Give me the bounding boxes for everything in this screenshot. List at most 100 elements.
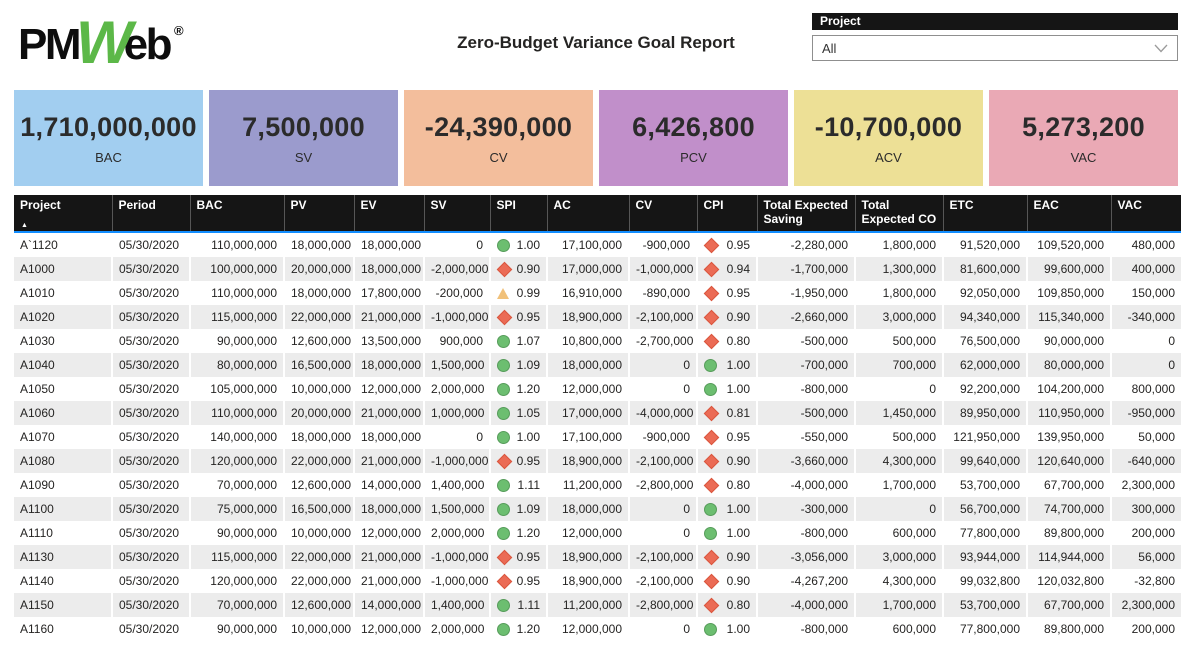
cell-spi: 0.90 [490, 257, 547, 281]
cell-sv: -1,000,000 [424, 569, 490, 593]
cell-total-expected-co: 500,000 [855, 425, 943, 449]
table-row[interactable]: A102005/30/2020115,000,00022,000,00021,0… [14, 305, 1181, 329]
cell-project: A1090 [14, 473, 112, 497]
cell-etc: 94,340,000 [943, 305, 1027, 329]
col-header-ev[interactable]: EV [354, 195, 424, 232]
table-row[interactable]: A113005/30/2020115,000,00022,000,00021,0… [14, 545, 1181, 569]
col-header-spi[interactable]: SPI [490, 195, 547, 232]
cell-eac: 109,520,000 [1027, 232, 1111, 257]
cell-eac: 115,340,000 [1027, 305, 1111, 329]
cpi-value: 0.94 [719, 262, 750, 276]
cell-eac: 67,700,000 [1027, 593, 1111, 617]
table-row[interactable]: A116005/30/202090,000,00010,000,00012,00… [14, 617, 1181, 641]
col-header-period[interactable]: Period [112, 195, 190, 232]
cell-etc: 92,200,000 [943, 377, 1027, 401]
table-row[interactable]: A107005/30/2020140,000,00018,000,00018,0… [14, 425, 1181, 449]
cell-sv: 1,000,000 [424, 401, 490, 425]
cell-sv: -1,000,000 [424, 545, 490, 569]
cell-total-expected-co: 0 [855, 377, 943, 401]
table-row[interactable]: A114005/30/2020120,000,00022,000,00021,0… [14, 569, 1181, 593]
cell-total-expected-co: 3,000,000 [855, 305, 943, 329]
cell-bac: 120,000,000 [190, 569, 284, 593]
cell-pv: 22,000,000 [284, 305, 354, 329]
col-header-sv[interactable]: SV [424, 195, 490, 232]
cell-total-expected-co: 1,300,000 [855, 257, 943, 281]
chevron-down-icon[interactable] [1154, 44, 1168, 53]
cell-cv: -1,000,000 [629, 257, 697, 281]
col-header-cpi[interactable]: CPI [697, 195, 757, 232]
cell-ac: 18,900,000 [547, 545, 629, 569]
cpi-value: 0.95 [719, 430, 750, 444]
table-row[interactable]: A106005/30/2020110,000,00020,000,00021,0… [14, 401, 1181, 425]
cell-cv: -2,800,000 [629, 473, 697, 497]
col-header-eac[interactable]: EAC [1027, 195, 1111, 232]
cell-project: A1160 [14, 617, 112, 641]
cell-cv: 0 [629, 497, 697, 521]
cell-period: 05/30/2020 [112, 473, 190, 497]
cell-cpi: 0.95 [697, 232, 757, 257]
col-header-cv[interactable]: CV [629, 195, 697, 232]
cell-ac: 10,800,000 [547, 329, 629, 353]
spi-value: 1.05 [510, 406, 540, 420]
cell-vac: 150,000 [1111, 281, 1181, 305]
col-header-project[interactable]: Project ▲ [14, 195, 112, 232]
table-row[interactable]: A105005/30/2020105,000,00010,000,00012,0… [14, 377, 1181, 401]
spi-value: 1.09 [510, 502, 540, 516]
cell-cv: 0 [629, 617, 697, 641]
cell-ac: 11,200,000 [547, 593, 629, 617]
cell-bac: 140,000,000 [190, 425, 284, 449]
cell-period: 05/30/2020 [112, 353, 190, 377]
cell-ev: 12,000,000 [354, 617, 424, 641]
table-row[interactable]: A111005/30/202090,000,00010,000,00012,00… [14, 521, 1181, 545]
cell-pv: 16,500,000 [284, 497, 354, 521]
table-row[interactable]: A101005/30/2020110,000,00018,000,00017,8… [14, 281, 1181, 305]
table-row[interactable]: A109005/30/202070,000,00012,600,00014,00… [14, 473, 1181, 497]
cell-period: 05/30/2020 [112, 425, 190, 449]
cell-bac: 120,000,000 [190, 449, 284, 473]
cell-period: 05/30/2020 [112, 497, 190, 521]
kpi-card-vac: 5,273,200 VAC [989, 90, 1178, 186]
cell-etc: 93,944,000 [943, 545, 1027, 569]
table-row[interactable]: A104005/30/202080,000,00016,500,00018,00… [14, 353, 1181, 377]
cell-eac: 120,640,000 [1027, 449, 1111, 473]
cell-cpi: 0.95 [697, 425, 757, 449]
cell-eac: 104,200,000 [1027, 377, 1111, 401]
cell-etc: 77,800,000 [943, 521, 1027, 545]
col-header-pv[interactable]: PV [284, 195, 354, 232]
table-row[interactable]: A100005/30/2020100,000,00020,000,00018,0… [14, 257, 1181, 281]
cell-ac: 18,900,000 [547, 569, 629, 593]
kpi-label: BAC [95, 150, 122, 165]
col-header-bac[interactable]: BAC [190, 195, 284, 232]
cell-bac: 90,000,000 [190, 521, 284, 545]
project-dropdown[interactable]: All [812, 35, 1178, 61]
cell-eac: 89,800,000 [1027, 521, 1111, 545]
kpi-card-bac: 1,710,000,000 BAC [14, 90, 203, 186]
cell-ev: 17,800,000 [354, 281, 424, 305]
red-diamond-icon [704, 429, 720, 445]
col-header-total-expected-co[interactable]: Total Expected CO [855, 195, 943, 232]
col-header-total-expected-saving[interactable]: Total Expected Saving [757, 195, 855, 232]
green-circle-icon [497, 479, 510, 492]
table-row[interactable]: A`112005/30/2020110,000,00018,000,00018,… [14, 232, 1181, 257]
cell-pv: 20,000,000 [284, 257, 354, 281]
col-header-vac[interactable]: VAC [1111, 195, 1181, 232]
table-row[interactable]: A108005/30/2020120,000,00022,000,00021,0… [14, 449, 1181, 473]
cell-sv: 900,000 [424, 329, 490, 353]
cell-sv: 1,400,000 [424, 473, 490, 497]
cell-pv: 18,000,000 [284, 232, 354, 257]
col-header-etc[interactable]: ETC [943, 195, 1027, 232]
cell-vac: 300,000 [1111, 497, 1181, 521]
table-row[interactable]: A103005/30/202090,000,00012,600,00013,50… [14, 329, 1181, 353]
cell-cpi: 0.90 [697, 569, 757, 593]
cell-vac: 50,000 [1111, 425, 1181, 449]
cell-cpi: 0.94 [697, 257, 757, 281]
table-row[interactable]: A115005/30/202070,000,00012,600,00014,00… [14, 593, 1181, 617]
red-diamond-icon [704, 453, 720, 469]
spi-value: 1.00 [510, 238, 540, 252]
table-row[interactable]: A110005/30/202075,000,00016,500,00018,00… [14, 497, 1181, 521]
kpi-cards-row: 1,710,000,000 BAC 7,500,000 SV -24,390,0… [14, 90, 1178, 186]
col-header-ac[interactable]: AC [547, 195, 629, 232]
cell-bac: 105,000,000 [190, 377, 284, 401]
cpi-value: 0.80 [719, 478, 750, 492]
cpi-value: 1.00 [717, 358, 750, 372]
